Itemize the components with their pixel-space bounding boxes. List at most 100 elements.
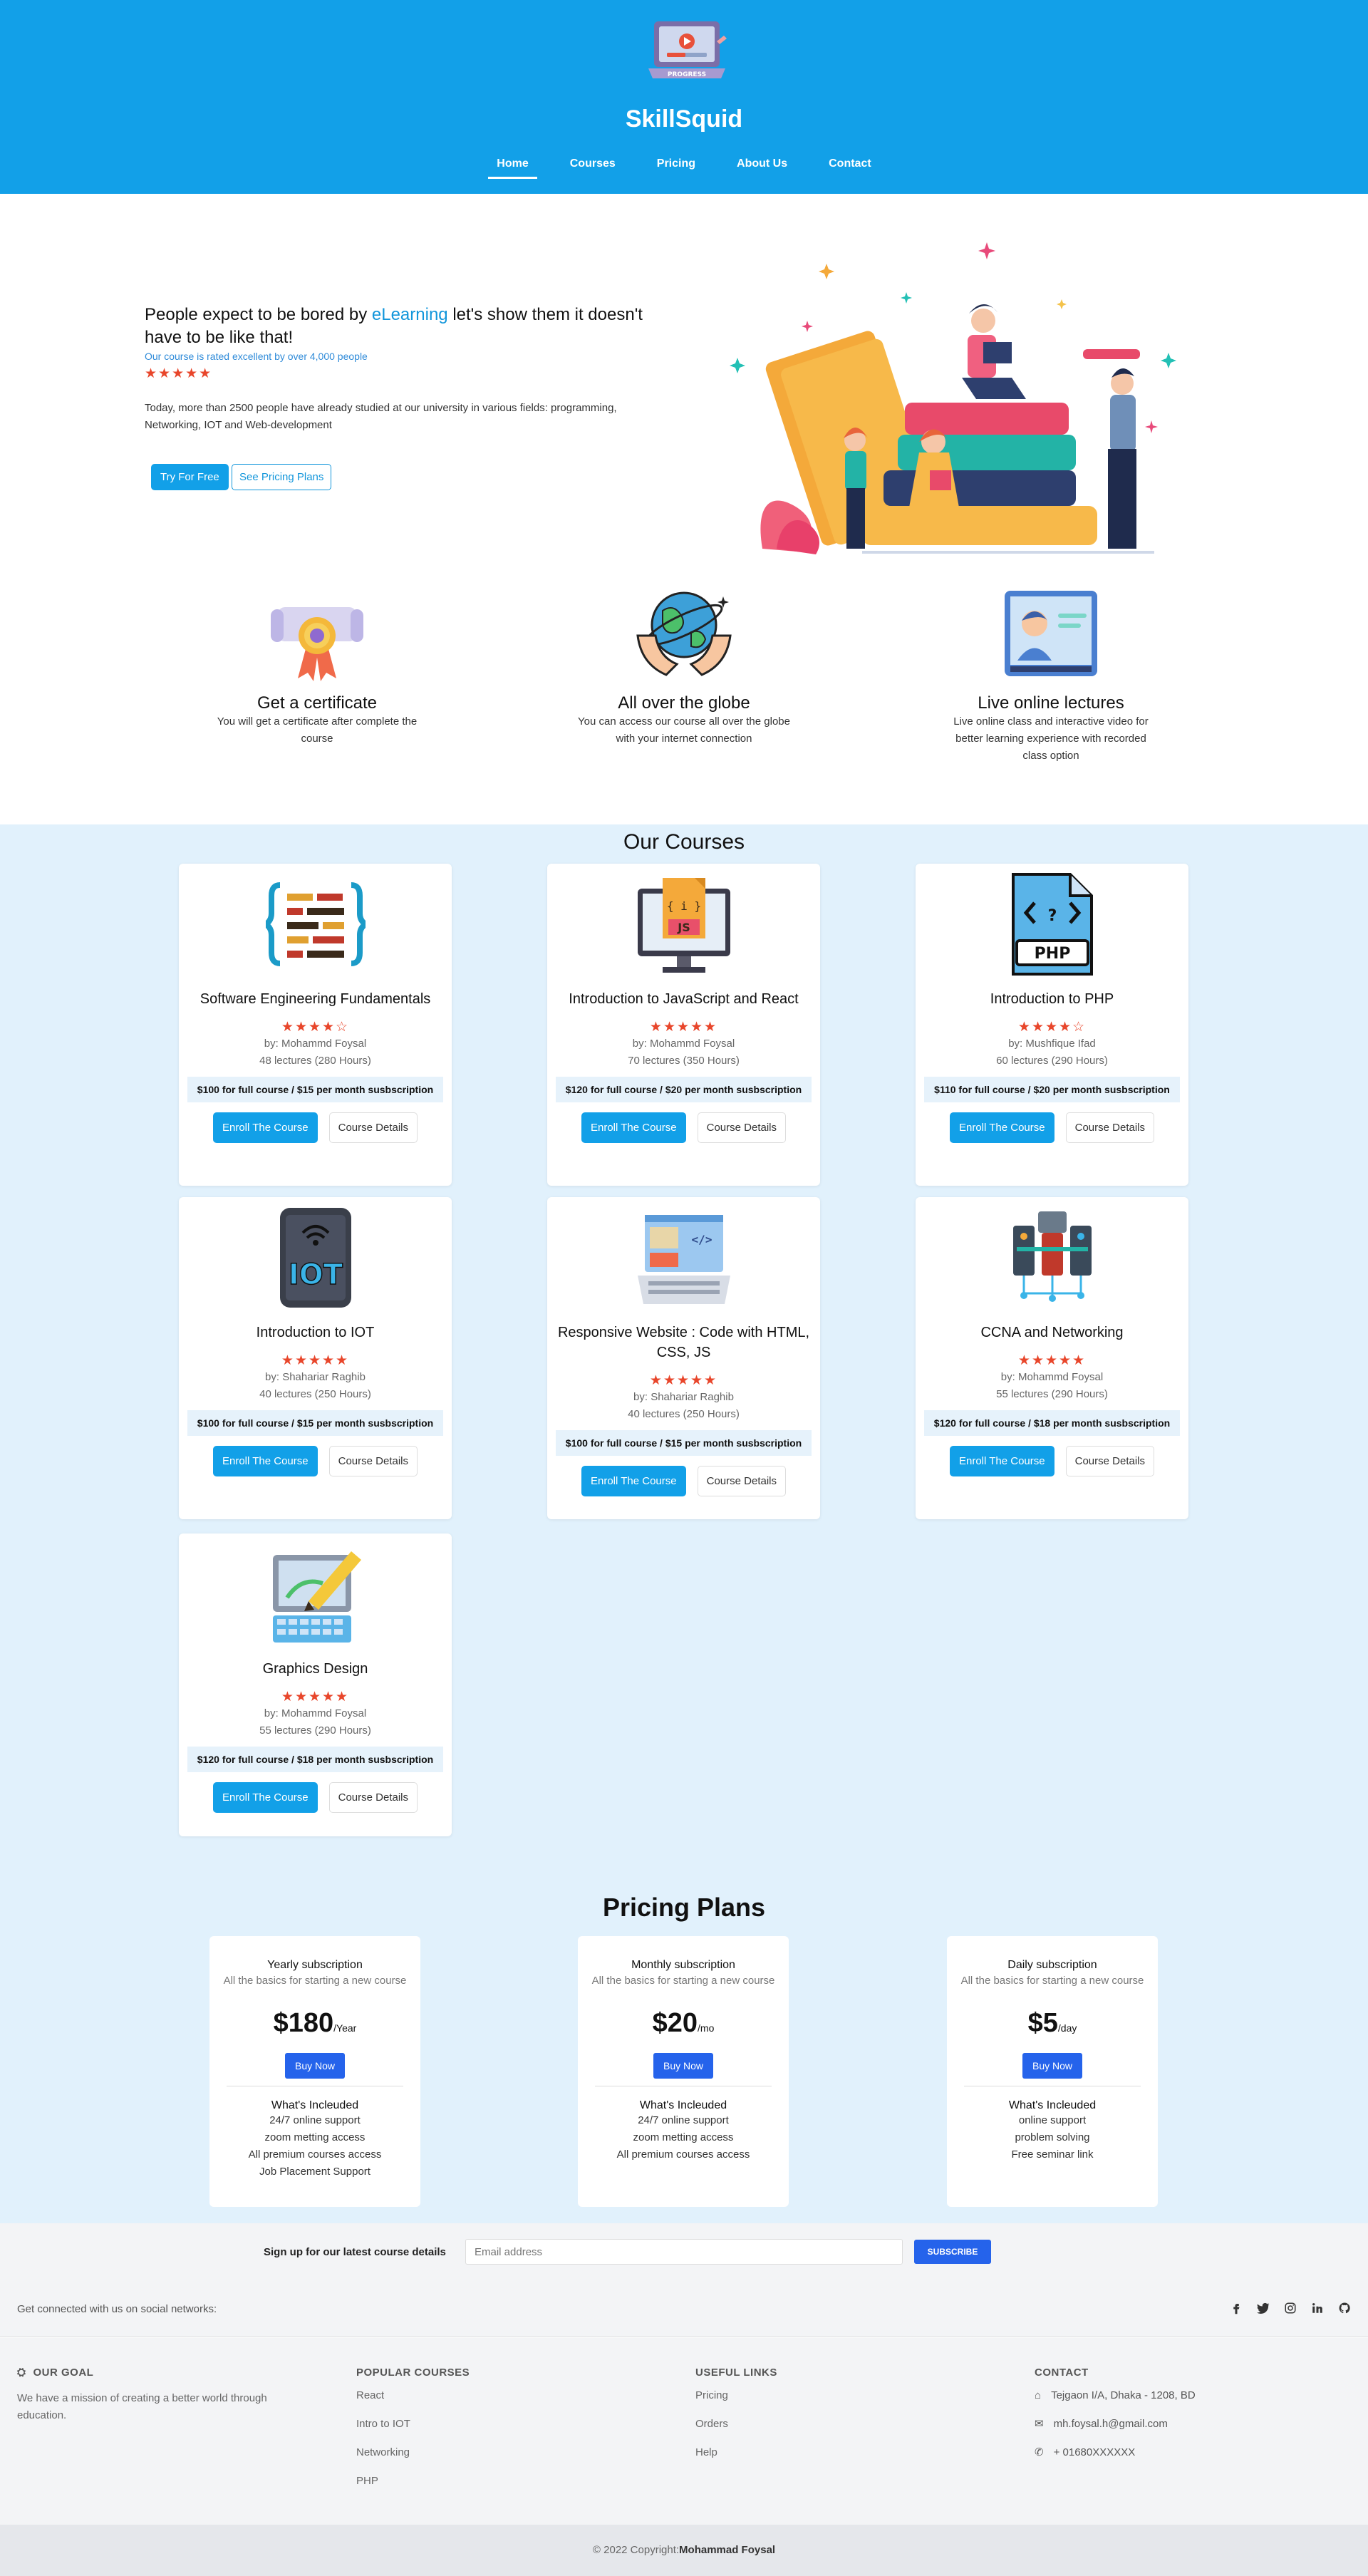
plan-features: 24/7 online support zoom metting access …: [209, 2112, 420, 2181]
enroll-button[interactable]: Enroll The Course: [581, 1112, 686, 1143]
hero-description: Today, more than 2500 people have alread…: [145, 402, 617, 431]
feature-text: You will get a certificate after complet…: [217, 715, 418, 745]
see-pricing-plans-button[interactable]: See Pricing Plans: [232, 464, 332, 490]
buy-now-button[interactable]: Buy Now: [284, 2053, 346, 2079]
email-input[interactable]: [465, 2239, 903, 2265]
subscribe-button[interactable]: SUBSCRIBE: [914, 2240, 991, 2264]
course-card: { i } JS Introduction to JavaScript and …: [547, 864, 820, 1186]
github-icon[interactable]: [1338, 2302, 1351, 2314]
course-lectures: 40 lectures (250 Hours): [259, 1388, 371, 1400]
code-brackets-icon: [265, 882, 366, 966]
social-bar: Get connected with us on social networks…: [0, 2280, 1368, 2337]
copyright-name[interactable]: Mohammad Foysal: [679, 2544, 775, 2556]
course-details-button[interactable]: Course Details: [328, 1112, 418, 1143]
enroll-button[interactable]: Enroll The Course: [213, 1446, 318, 1476]
nav-contact[interactable]: Contact: [820, 153, 880, 179]
course-instructor: by: Mohammd Foysal: [632, 1038, 735, 1050]
plan-feature: Free seminar link: [1011, 2148, 1094, 2161]
hero-title-pre: People expect to be bored by: [145, 305, 372, 324]
course-details-button[interactable]: Course Details: [1065, 1446, 1154, 1476]
footer-goal-text: We have a mission of creating a better w…: [17, 2392, 267, 2421]
course-details-button[interactable]: Course Details: [328, 1782, 418, 1813]
course-card: CCNA and Networking ★★★★★ by: Mohammd Fo…: [916, 1197, 1188, 1519]
course-details-button[interactable]: Course Details: [697, 1466, 786, 1496]
features-section: Get a certificate You will get a certifi…: [0, 582, 1368, 824]
newsletter-signup: Sign up for our latest course details SU…: [0, 2223, 1368, 2280]
feature-text: Live online class and interactive video …: [953, 715, 1149, 762]
included-label: What's Incleuded: [271, 2099, 359, 2111]
footer-contact: CONTACT ⌂ Tejgaon I/A, Dhaka - 1208, BD ✉…: [1035, 2366, 1196, 2467]
nav-home[interactable]: Home: [488, 153, 537, 179]
footer-link-help[interactable]: Help: [695, 2438, 777, 2467]
twitter-icon[interactable]: [1257, 2302, 1270, 2314]
enroll-button[interactable]: Enroll The Course: [950, 1446, 1054, 1476]
feature-certificate: Get a certificate You will get a certifi…: [210, 582, 424, 748]
plan-name: Daily subscription: [1007, 1959, 1097, 1971]
footer-heading: CONTACT: [1035, 2366, 1089, 2379]
course-details-button[interactable]: Course Details: [697, 1112, 786, 1143]
courses-section: Our Courses Software Engineering Fundame…: [0, 824, 1368, 1861]
course-rating: ★★★★★: [281, 1690, 350, 1705]
linkedin-icon[interactable]: [1311, 2302, 1324, 2314]
included-label: What's Incleuded: [639, 2099, 727, 2111]
course-price: $100 for full course / $15 per month sus…: [187, 1077, 443, 1102]
footer-link-iot[interactable]: Intro to IOT: [356, 2410, 470, 2438]
course-lectures: 40 lectures (250 Hours): [628, 1408, 740, 1420]
course-price: $100 for full course / $15 per month sus…: [556, 1430, 812, 1456]
site-footer: ⛭ OUR GOAL We have a mission of creating …: [0, 2338, 1368, 2525]
plan-feature: Job Placement Support: [259, 2166, 370, 2178]
course-card: ? PHP Introduction to PHP ★★★★☆ by: Mush…: [916, 864, 1188, 1186]
course-details-button[interactable]: Course Details: [1065, 1112, 1154, 1143]
svg-text:PROGRESS: PROGRESS: [668, 71, 706, 78]
phone-icon: ✆: [1035, 2446, 1044, 2458]
course-card: Graphics Design ★★★★★ by: Mohammd Foysal…: [179, 1533, 452, 1836]
plan-subtitle: All the basics for starting a new course: [960, 1975, 1144, 1987]
brand-name[interactable]: SkillSquid: [0, 105, 1368, 133]
hero-rated-text: Our course is rated excellent by over 4,…: [145, 351, 368, 362]
course-lectures: 48 lectures (280 Hours): [259, 1055, 371, 1067]
footer-heading: USEFUL LINKS: [695, 2366, 777, 2379]
contact-address: ⌂ Tejgaon I/A, Dhaka - 1208, BD: [1035, 2381, 1196, 2410]
course-rating: ★★★★★: [1017, 1353, 1087, 1368]
plan-features: 24/7 online support zoom metting access …: [578, 2112, 789, 2163]
students-reading-illustration: [730, 242, 1176, 554]
course-title: Software Engineering Fundamentals: [200, 991, 431, 1007]
buy-now-button[interactable]: Buy Now: [653, 2053, 714, 2079]
course-details-button[interactable]: Course Details: [328, 1446, 418, 1476]
enroll-button[interactable]: Enroll The Course: [581, 1466, 686, 1496]
course-rating: ★★★★★: [649, 1373, 718, 1388]
plan-feature: zoom metting access: [633, 2131, 734, 2143]
laptop-logo-icon[interactable]: PROGRESS: [647, 20, 727, 86]
footer-link-orders[interactable]: Orders: [695, 2410, 777, 2438]
hero-title-highlight: eLearning: [371, 305, 448, 324]
plan-subtitle: All the basics for starting a new course: [223, 1975, 407, 1987]
facebook-icon[interactable]: [1230, 2302, 1243, 2314]
footer-link-pricing[interactable]: Pricing: [695, 2381, 777, 2410]
buy-now-button[interactable]: Buy Now: [1022, 2053, 1083, 2079]
course-instructor: by: Mohammd Foysal: [264, 1707, 367, 1719]
nav-pricing[interactable]: Pricing: [648, 153, 704, 179]
web-code-laptop-icon: </>: [637, 1215, 730, 1304]
enroll-button[interactable]: Enroll The Course: [950, 1112, 1054, 1143]
pricing-card-monthly: Monthly subscription All the basics for …: [578, 1936, 789, 2207]
nav-courses[interactable]: Courses: [561, 153, 624, 179]
envelope-icon: ✉: [1035, 2418, 1044, 2430]
pricing-card-daily: Daily subscription All the basics for st…: [947, 1936, 1158, 2207]
enroll-button[interactable]: Enroll The Course: [213, 1112, 318, 1143]
plan-feature: All premium courses access: [248, 2148, 382, 2161]
footer-link-networking[interactable]: Networking: [356, 2438, 470, 2467]
footer-link-react[interactable]: React: [356, 2381, 470, 2410]
course-lectures: 60 lectures (290 Hours): [996, 1055, 1108, 1067]
footer-link-php[interactable]: PHP: [356, 2467, 470, 2495]
enroll-button[interactable]: Enroll The Course: [213, 1782, 318, 1813]
course-instructor: by: Mohammd Foysal: [1000, 1371, 1104, 1383]
javascript-monitor-icon: { i } JS: [637, 878, 730, 973]
svg-text:JS: JS: [677, 921, 690, 934]
hero-section: People expect to be bored by eLearning l…: [0, 194, 1368, 582]
course-card: IOT Introduction to IOT ★★★★★ by: Shahar…: [179, 1197, 452, 1519]
globe-in-hands-icon: [636, 591, 732, 676]
contact-phone-text: + 01680XXXXXX: [1053, 2446, 1136, 2458]
try-for-free-button[interactable]: Try For Free: [151, 464, 229, 490]
instagram-icon[interactable]: [1284, 2302, 1297, 2314]
nav-about-us[interactable]: About Us: [728, 153, 796, 179]
